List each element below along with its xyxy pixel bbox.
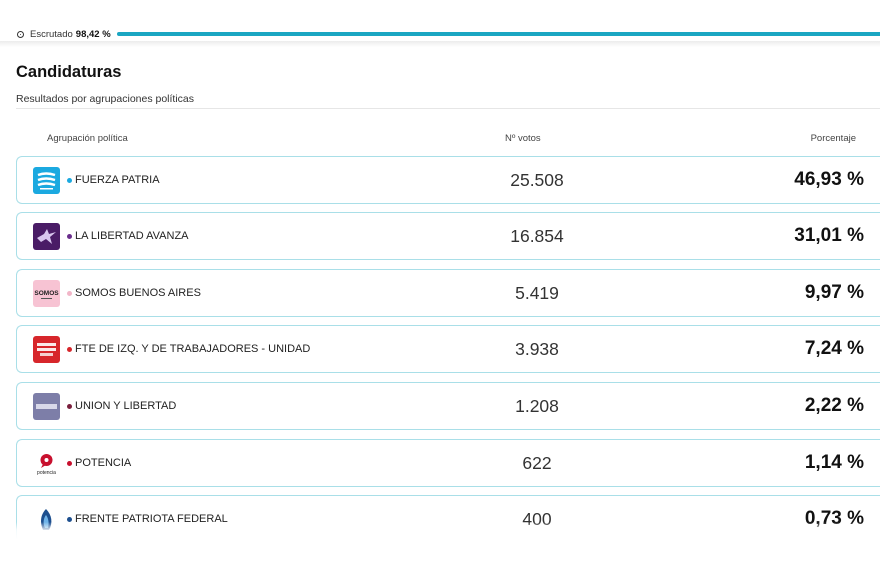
party-percent: 2,22 % bbox=[804, 395, 864, 416]
section-title: Candidaturas bbox=[16, 63, 122, 81]
party-percent: 46,93 % bbox=[794, 169, 864, 190]
fuerza-patria-logo bbox=[33, 167, 60, 194]
party-percent: 7,24 % bbox=[804, 338, 864, 359]
section-subtitle: Resultados por agrupaciones políticas bbox=[16, 93, 195, 105]
party-color-dot bbox=[67, 347, 72, 352]
progress-bar bbox=[116, 32, 880, 36]
party-votes: 3.938 bbox=[515, 339, 559, 359]
party-name: POTENCIA bbox=[75, 457, 132, 469]
party-name: SOMOS BUENOS AIRES bbox=[75, 287, 201, 299]
progress-label: Escrutado bbox=[30, 28, 73, 40]
party-votes: 622 bbox=[522, 453, 552, 473]
la-libertad-avanza-logo bbox=[33, 223, 60, 250]
count-status-icon bbox=[17, 30, 24, 38]
column-header-votes: Nº votos bbox=[505, 133, 541, 144]
party-percent: 9,97 % bbox=[804, 282, 864, 303]
party-votes: 1.208 bbox=[515, 396, 559, 416]
party-percent: 31,01 % bbox=[794, 225, 864, 246]
table-row[interactable]: SOMOS SOMOS BUENOS AIRES 5.419 9,97 % bbox=[16, 269, 880, 317]
table-row[interactable]: LA LIBERTAD AVANZA 16.854 31,01 % bbox=[16, 212, 880, 260]
column-header-percent: Porcentaje bbox=[810, 133, 856, 144]
party-percent: 1,14 % bbox=[804, 452, 864, 473]
party-votes: 16.854 bbox=[510, 226, 564, 246]
party-color-dot bbox=[67, 404, 72, 409]
union-y-libertad-logo bbox=[33, 393, 60, 420]
potencia-logo: potencia bbox=[33, 450, 60, 477]
party-color-dot bbox=[67, 291, 72, 296]
party-name: LA LIBERTAD AVANZA bbox=[75, 230, 189, 242]
table-row[interactable]: potencia POTENCIA 622 1,14 % bbox=[16, 439, 880, 487]
scroll-fade-overlay bbox=[0, 522, 880, 580]
section-divider bbox=[16, 108, 880, 109]
party-color-dot bbox=[67, 461, 72, 466]
column-header-party: Agrupación política bbox=[47, 133, 128, 144]
progress-bar-row: Escrutado 98,42 % bbox=[0, 27, 880, 41]
table-row[interactable]: FUERZA PATRIA 25.508 46,93 % bbox=[16, 156, 880, 204]
header-shadow bbox=[0, 41, 880, 47]
table-row[interactable]: FTE DE IZQ. Y DE TRABAJADORES - UNIDAD 3… bbox=[16, 325, 880, 373]
party-name: FTE DE IZQ. Y DE TRABAJADORES - UNIDAD bbox=[75, 343, 311, 355]
table-row[interactable]: UNION Y LIBERTAD 1.208 2,22 % bbox=[16, 382, 880, 430]
fit-unidad-logo bbox=[33, 336, 60, 363]
progress-value: 98,42 % bbox=[75, 28, 111, 40]
svg-text:SOMOS: SOMOS bbox=[34, 290, 59, 297]
somos-logo: SOMOS bbox=[33, 280, 60, 307]
party-name: FUERZA PATRIA bbox=[75, 174, 160, 186]
svg-text:potencia: potencia bbox=[37, 470, 56, 476]
party-votes: 25.508 bbox=[510, 170, 564, 190]
party-name: UNION Y LIBERTAD bbox=[75, 400, 177, 412]
party-color-dot bbox=[67, 234, 72, 239]
party-color-dot bbox=[67, 178, 72, 183]
party-votes: 5.419 bbox=[515, 283, 559, 303]
